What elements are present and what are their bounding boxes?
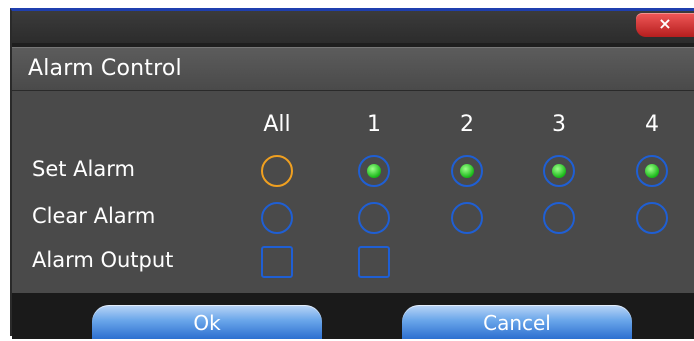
radio-checked-dot xyxy=(552,164,566,178)
column-header-2: 2 xyxy=(460,112,474,137)
clear-alarm-4-radio[interactable] xyxy=(636,202,668,234)
window-top-strip: × xyxy=(12,11,694,43)
close-icon: × xyxy=(658,14,672,33)
column-header-1: 1 xyxy=(367,112,381,137)
column-header-4: 4 xyxy=(645,112,659,137)
clear-alarm-all-radio[interactable] xyxy=(261,202,293,234)
set-alarm-3-radio[interactable] xyxy=(543,155,575,187)
row-label-clear-alarm: Clear Alarm xyxy=(32,204,156,228)
alarm-output-1-checkbox[interactable] xyxy=(358,246,390,278)
dialog-footer: Ok Cancel xyxy=(12,293,694,339)
alarm-output-all-checkbox[interactable] xyxy=(261,246,293,278)
radio-checked-dot xyxy=(460,164,474,178)
title-bar: Alarm Control xyxy=(12,47,694,91)
clear-alarm-2-radio[interactable] xyxy=(451,202,483,234)
radio-checked-dot xyxy=(645,164,659,178)
row-label-alarm-output: Alarm Output xyxy=(32,248,174,272)
alarm-control-dialog: × Alarm Control All 1 2 3 4 Set Alarm Cl… xyxy=(10,8,694,339)
set-alarm-4-radio[interactable] xyxy=(636,155,668,187)
close-button[interactable]: × xyxy=(636,13,694,37)
screenshot-frame: × Alarm Control All 1 2 3 4 Set Alarm Cl… xyxy=(0,0,694,339)
ok-button[interactable]: Ok xyxy=(92,305,322,339)
dialog-title: Alarm Control xyxy=(28,56,182,81)
clear-alarm-3-radio[interactable] xyxy=(543,202,575,234)
set-alarm-all-radio[interactable] xyxy=(261,155,293,187)
clear-alarm-1-radio[interactable] xyxy=(358,202,390,234)
alarm-grid: All 1 2 3 4 Set Alarm Clear Alarm Alarm … xyxy=(12,91,694,293)
row-label-set-alarm: Set Alarm xyxy=(32,157,135,181)
column-header-all: All xyxy=(263,112,291,137)
column-header-3: 3 xyxy=(552,112,566,137)
cancel-button[interactable]: Cancel xyxy=(402,305,632,339)
radio-checked-dot xyxy=(367,164,381,178)
set-alarm-2-radio[interactable] xyxy=(451,155,483,187)
set-alarm-1-radio[interactable] xyxy=(358,155,390,187)
